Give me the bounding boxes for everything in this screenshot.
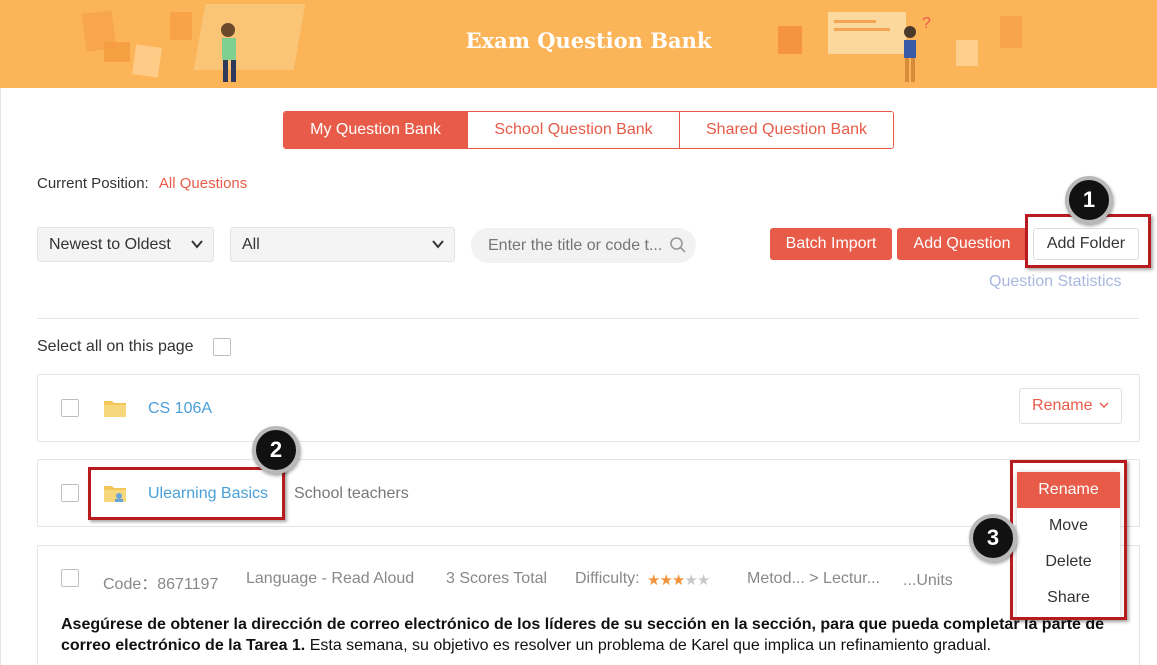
star-icon: ★ — [659, 572, 672, 589]
folder-icon — [104, 401, 126, 417]
sort-select-value: Newest to Oldest — [49, 236, 171, 253]
question-checkbox[interactable] — [61, 569, 79, 587]
highlight-box-folder — [88, 467, 285, 520]
chevron-down-icon — [1099, 401, 1109, 413]
search-input[interactable] — [471, 228, 696, 263]
sort-select[interactable]: Newest to Oldest — [37, 227, 214, 262]
type-select[interactable]: All — [230, 227, 455, 262]
star-icon: ★ — [696, 572, 710, 589]
star-icon: ★ — [647, 572, 660, 589]
search-icon[interactable] — [669, 236, 687, 254]
chevron-down-icon — [432, 228, 444, 273]
page-border — [0, 88, 1, 665]
chevron-down-icon — [191, 228, 203, 273]
breadcrumb-all-questions[interactable]: All Questions — [159, 175, 247, 192]
difficulty-label: Difficulty: — [575, 570, 640, 587]
tab-my-question-bank[interactable]: My Question Bank — [284, 112, 468, 148]
breadcrumb: Current Position: All Questions — [37, 175, 247, 192]
step-marker-1: 1 — [1065, 176, 1113, 224]
question-units: ...Units — [903, 572, 953, 589]
type-select-value: All — [242, 236, 260, 253]
question-type: Language - Read Aloud — [246, 570, 415, 587]
select-all-checkbox[interactable] — [213, 338, 231, 356]
folder-name-link[interactable]: CS 106A — [148, 400, 212, 418]
breadcrumb-label: Current Position: — [37, 175, 149, 192]
step-marker-3: 3 — [969, 514, 1017, 562]
tab-school-question-bank[interactable]: School Question Bank — [468, 112, 680, 148]
tab-shared-question-bank[interactable]: Shared Question Bank — [680, 112, 893, 148]
question-statistics-link[interactable]: Question Statistics — [989, 273, 1122, 291]
question-scores: 3 Scores Total — [446, 570, 548, 587]
star-icon: ★ — [684, 572, 697, 589]
bank-tabs: My Question Bank School Question Bank Sh… — [283, 111, 894, 149]
folder-owner: School teachers — [294, 485, 409, 502]
highlight-box-menu — [1010, 460, 1127, 620]
folder-checkbox[interactable] — [61, 399, 79, 417]
header-banner: ? Exam Question Bank — [0, 0, 1157, 88]
star-icon: ★ — [671, 572, 685, 589]
rename-dropdown-button[interactable]: Rename — [1019, 388, 1122, 424]
add-question-button[interactable]: Add Question — [897, 228, 1027, 260]
batch-import-button[interactable]: Batch Import — [770, 228, 892, 260]
question-code: Code：8671197 — [103, 576, 219, 593]
question-text-body: Esta semana, su objetivo es resolver un … — [305, 637, 991, 654]
question-text: Asegúrese de obtener la dirección de cor… — [61, 614, 1121, 656]
banner-title: Exam Question Bank — [465, 28, 712, 53]
rename-dropdown-label: Rename — [1032, 397, 1093, 414]
folder-checkbox[interactable] — [61, 484, 79, 502]
question-path: Metod... > Lectur... — [747, 570, 880, 587]
difficulty-stars: ★★★★★ — [647, 571, 710, 589]
divider — [37, 318, 1139, 319]
select-all-label: Select all on this page — [37, 338, 194, 355]
step-marker-2: 2 — [252, 426, 300, 474]
